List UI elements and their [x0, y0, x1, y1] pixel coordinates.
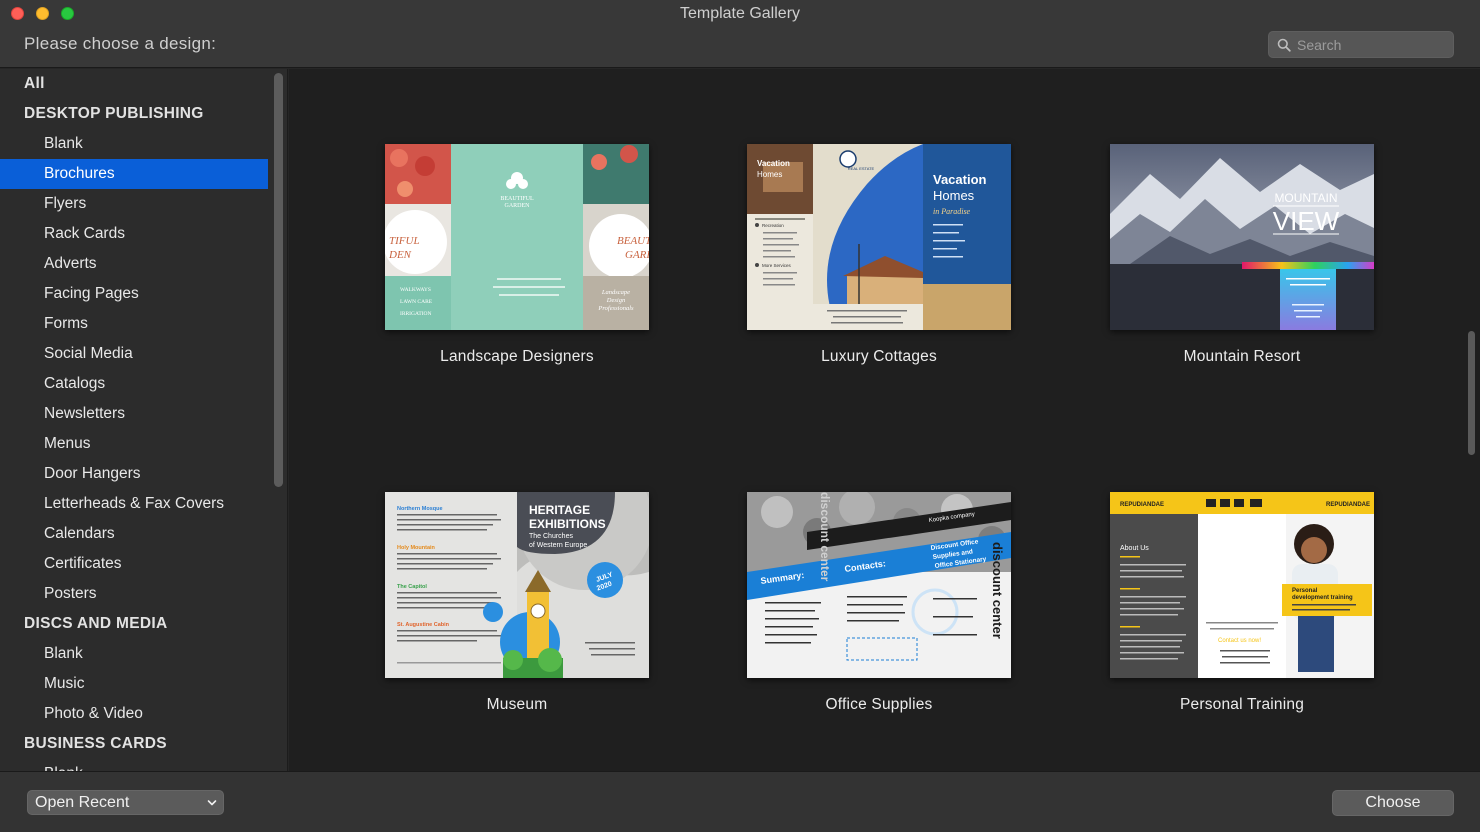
category-list: All DESKTOP PUBLISHING Blank Brochures Flyer… — [0, 69, 268, 771]
thumb-text: discount center — [818, 492, 832, 582]
thumb-text: Landscape — [601, 289, 630, 296]
thumb-text: The Capitol — [397, 584, 427, 590]
template-thumbnail[interactable]: REPUDIANDAE REPUDIANDAE About Us Contact… — [1110, 492, 1374, 678]
thumb-text: TIFUL — [389, 235, 420, 247]
category-sidebar: All DESKTOP PUBLISHING Blank Brochures Flyer… — [0, 69, 288, 771]
landscape-brochure-preview: TIFUL DEN BEAUT GARI BEAUTIFUL GARDEN WA… — [385, 144, 649, 330]
choose-button[interactable]: Choose — [1332, 790, 1454, 816]
sidebar-item-calendars[interactable]: Calendars — [0, 519, 268, 549]
thumb-text: BEAUTIFUL — [500, 196, 534, 202]
thumb-text: Contact us now! — [1218, 638, 1261, 644]
search-input[interactable] — [1297, 35, 1447, 55]
training-brochure-preview: REPUDIANDAE REPUDIANDAE About Us Contact… — [1110, 492, 1374, 678]
template-name: Personal Training — [1179, 696, 1305, 713]
sidebar-item-facing-pages[interactable]: Facing Pages — [0, 279, 268, 309]
sidebar-item-menus[interactable]: Menus — [0, 429, 268, 459]
office-brochure-preview: Koopka company Summary: Contacts: Discou… — [747, 492, 1011, 678]
sidebar-item-door-hangers[interactable]: Door Hangers — [0, 459, 268, 489]
sidebar-item-adverts[interactable]: Adverts — [0, 249, 268, 279]
template-name: Office Supplies — [825, 696, 933, 713]
template-name: Luxury Cottages — [821, 348, 937, 365]
thumb-text: Personal — [1292, 588, 1318, 594]
open-recent-dropdown[interactable]: Open Recent — [27, 790, 224, 815]
thumb-text: Homes — [757, 170, 782, 179]
thumb-text: Vacation — [933, 172, 987, 187]
thumb-text: St. Augustine Cabin — [397, 622, 450, 628]
template-thumbnail[interactable]: Koopka company Summary: Contacts: Discou… — [747, 492, 1011, 678]
sidebar-scrollbar-thumb[interactable] — [274, 73, 283, 487]
open-recent-label: Open Recent — [35, 794, 130, 811]
thumb-text: REPUDIANDAE — [1326, 502, 1370, 508]
sidebar-item-letterheads-and-fax-covers[interactable]: Letterheads & Fax Covers — [0, 489, 268, 519]
bottom-bar: Open Recent Choose — [0, 771, 1480, 832]
sidebar-item-catalogs[interactable]: Catalogs — [0, 369, 268, 399]
sidebar-item-brochures[interactable]: Brochures — [0, 159, 268, 189]
template-gallery: TIFUL DEN BEAUT GARI BEAUTIFUL GARDEN WA… — [289, 69, 1480, 771]
sidebar-item-photo-and-video[interactable]: Photo & Video — [0, 699, 268, 729]
thumb-text: More Services — [762, 263, 792, 268]
template-thumbnail[interactable]: TIFUL DEN BEAUT GARI BEAUTIFUL GARDEN WA… — [385, 144, 649, 330]
gallery-scrollbar-thumb[interactable] — [1468, 331, 1475, 455]
sidebar-item-forms[interactable]: Forms — [0, 309, 268, 339]
template-thumbnail[interactable]: Northern Mosque Holy Mountain The Capito… — [385, 492, 649, 678]
thumb-text: BEAUT — [617, 235, 649, 247]
thumb-text: VIEW — [1273, 206, 1340, 236]
thumb-text: About Us — [1120, 545, 1149, 552]
sidebar-item-music[interactable]: Music — [0, 669, 268, 699]
template-name: Museum — [486, 696, 548, 713]
sidebar-section-business-cards[interactable]: BUSINESS CARDS — [0, 729, 268, 759]
thumb-text: discount center — [990, 542, 1005, 639]
search-field[interactable] — [1268, 31, 1454, 58]
sidebar-item-social-media[interactable]: Social Media — [0, 339, 268, 369]
window-title: Template Gallery — [679, 5, 801, 22]
thumb-text: Homes — [933, 188, 975, 203]
sidebar-item-blank[interactable]: Blank — [0, 639, 268, 669]
museum-brochure-preview: Northern Mosque Holy Mountain The Capito… — [385, 492, 649, 678]
thumb-text: Design — [606, 297, 625, 304]
thumb-text: REAL ESTATE — [848, 166, 875, 171]
thumb-text: Recreation — [762, 223, 784, 228]
choose-design-prompt: Please choose a design: — [24, 34, 217, 53]
thumb-text: DEN — [388, 249, 412, 261]
sidebar-section-discs-and-media[interactable]: DISCS AND MEDIA — [0, 609, 268, 639]
thumb-text: REPUDIANDAE — [1120, 502, 1164, 508]
thumb-text: HERITAGE — [529, 503, 590, 517]
thumb-text: IRRIGATION — [400, 311, 431, 317]
thumb-text: LAWN CARE — [400, 299, 433, 305]
chevron-down-icon — [207, 800, 217, 806]
thumb-text: Holy Mountain — [397, 545, 436, 551]
sidebar-section-desktop-publishing[interactable]: DESKTOP PUBLISHING — [0, 99, 268, 129]
cottages-brochure-preview: Vacation Homes Recreation More Services … — [747, 144, 1011, 330]
thumb-text: WALKWAYS — [400, 287, 431, 293]
template-thumbnail[interactable]: MOUNTAIN VIEW — [1110, 144, 1374, 330]
thumb-text: EXHIBITIONS — [529, 517, 606, 531]
thumb-text: Professionals — [597, 305, 634, 312]
template-thumbnail[interactable]: Vacation Homes Recreation More Services … — [747, 144, 1011, 330]
sidebar-item-blank[interactable]: Blank — [0, 759, 268, 771]
thumb-text: Vacation — [757, 159, 790, 168]
thumb-text: MOUNTAIN — [1274, 191, 1337, 205]
thumb-text: development training — [1292, 595, 1353, 601]
sidebar-item-posters[interactable]: Posters — [0, 579, 268, 609]
sidebar-item-flyers[interactable]: Flyers — [0, 189, 268, 219]
thumb-text: of Western Europe — [529, 542, 587, 549]
template-name: Mountain Resort — [1183, 348, 1301, 365]
sidebar-item-rack-cards[interactable]: Rack Cards — [0, 219, 268, 249]
search-icon — [1277, 38, 1291, 52]
template-name: Landscape Designers — [440, 348, 594, 365]
thumb-text: Northern Mosque — [397, 506, 443, 512]
sidebar-item-certificates[interactable]: Certificates — [0, 549, 268, 579]
sidebar-section-all[interactable]: All — [0, 69, 268, 99]
thumb-text: GARDEN — [505, 203, 531, 209]
thumb-text: The Churches — [529, 533, 573, 540]
title-bar: Template Gallery Please choose a design: — [0, 0, 1480, 68]
sidebar-item-newsletters[interactable]: Newsletters — [0, 399, 268, 429]
thumb-text: GARI — [625, 249, 649, 261]
thumb-text: in Paradise — [933, 207, 971, 216]
mountain-brochure-preview: MOUNTAIN VIEW — [1110, 144, 1374, 330]
sidebar-item-blank[interactable]: Blank — [0, 129, 268, 159]
